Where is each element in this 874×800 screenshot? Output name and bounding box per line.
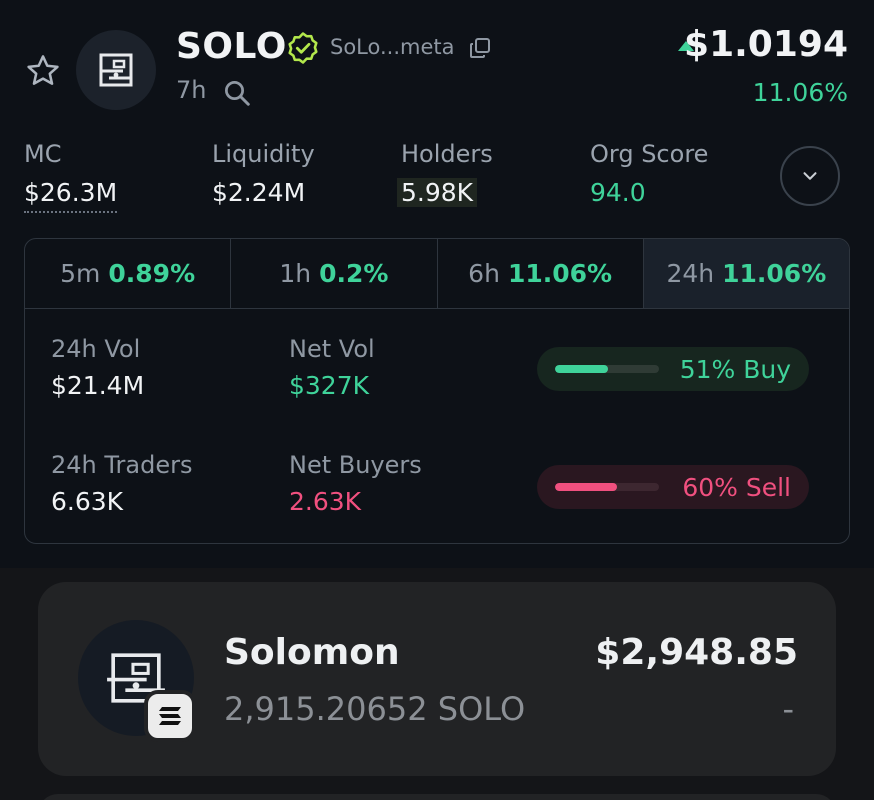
token-age: 7h	[176, 76, 207, 104]
search-icon[interactable]	[222, 78, 252, 108]
timeframe-tabs: 5m 0.89% 1h 0.2% 6h 11.06% 24h 11.06%	[25, 239, 849, 309]
sell-ratio-pill: 60% Sell	[537, 465, 809, 509]
net-volume-stat: Net Vol $327K	[289, 335, 375, 400]
sell-ratio-label: 60% Sell	[682, 473, 791, 502]
star-icon[interactable]	[24, 52, 62, 90]
token-symbol: SOLO	[176, 26, 287, 67]
tab-label: 1h	[279, 259, 312, 288]
copy-icon[interactable]	[468, 36, 492, 60]
sell-ratio-bar	[555, 483, 659, 491]
solo-logo-icon	[99, 53, 133, 87]
buy-ratio-pill: 51% Buy	[537, 347, 809, 391]
stat-value: 94.0	[590, 178, 646, 207]
tab-change: 11.06%	[507, 259, 613, 288]
token-header-section: SOLO SoLo...meta 7h $1.0194 11.06% MC $2…	[0, 0, 874, 568]
holding-name: Solomon	[224, 632, 400, 673]
tab-change: 0.89%	[108, 259, 196, 288]
holding-change: -	[782, 690, 794, 728]
volume-value: $21.4M	[51, 371, 145, 400]
expand-stats-button[interactable]	[780, 146, 840, 206]
tab-label: 24h	[666, 259, 715, 288]
traders-value: 6.63K	[51, 487, 124, 516]
buy-ratio-fill	[555, 365, 609, 373]
token-price: $1.0194	[684, 24, 848, 65]
net-buyers-label: Net Buyers	[289, 451, 422, 479]
holding-card[interactable]: Solomon 2,915.20652 SOLO $2,948.85 -	[38, 582, 836, 776]
stat-holders: Holders 5.98K	[397, 140, 493, 207]
traders-stat: 24h Traders 6.63K	[51, 451, 192, 516]
stat-label: MC	[24, 140, 62, 168]
tab-label: 5m	[60, 259, 101, 288]
stat-label: Holders	[401, 140, 493, 168]
stat-label: Org Score	[590, 140, 709, 168]
solana-icon	[159, 707, 181, 725]
timeframe-panel: 5m 0.89% 1h 0.2% 6h 11.06% 24h 11.06% 24…	[24, 238, 850, 544]
stat-org-score: Org Score 94.0	[590, 140, 708, 211]
buy-ratio-bar	[555, 365, 659, 373]
holding-amount: 2,915.20652 SOLO	[224, 690, 526, 728]
tab-1h[interactable]: 1h 0.2%	[231, 239, 438, 308]
buy-ratio-label: 51% Buy	[679, 355, 791, 384]
net-buyers-value: 2.63K	[289, 487, 362, 516]
stat-value[interactable]: $26.3M	[24, 178, 118, 213]
stat-label: Liquidity	[212, 140, 315, 168]
volume-label: 24h Vol	[51, 335, 141, 363]
tab-5m[interactable]: 5m 0.89%	[25, 239, 232, 308]
sell-ratio-fill	[555, 483, 618, 491]
tab-change: 11.06%	[722, 259, 827, 288]
volume-stat: 24h Vol $21.4M	[51, 335, 144, 400]
chevron-down-icon	[803, 172, 817, 180]
tab-label: 6h	[468, 259, 500, 288]
contract-address[interactable]: SoLo...meta	[330, 35, 455, 59]
verified-icon	[288, 32, 318, 64]
net-volume-value: $327K	[289, 371, 370, 400]
solana-badge-icon	[144, 690, 196, 742]
traders-label: 24h Traders	[51, 451, 193, 479]
tab-24h[interactable]: 24h 11.06%	[643, 239, 849, 308]
net-volume-label: Net Vol	[289, 335, 375, 363]
next-holding-card[interactable]	[38, 794, 836, 800]
holding-value: $2,948.85	[595, 632, 798, 673]
stat-market-cap: MC $26.3M	[24, 140, 118, 213]
tab-6h[interactable]: 6h 11.06%	[438, 239, 644, 308]
stat-value: $2.24M	[212, 178, 306, 207]
stat-liquidity: Liquidity $2.24M	[212, 140, 315, 211]
token-logo	[76, 30, 156, 110]
tab-change: 0.2%	[319, 259, 389, 288]
price-change: 11.06%	[752, 78, 848, 107]
net-buyers-stat: Net Buyers 2.63K	[289, 451, 422, 516]
stat-value: 5.98K	[397, 178, 478, 207]
